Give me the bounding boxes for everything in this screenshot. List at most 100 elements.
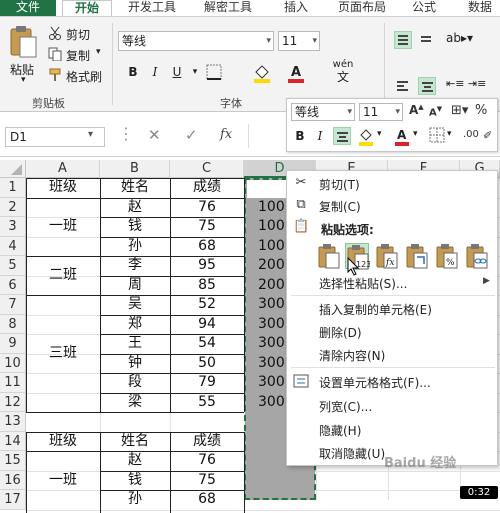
currency-icon[interactable]: ⊞▾ [451, 103, 468, 118]
class-cell[interactable]: 一班 [26, 217, 100, 237]
brush-icon[interactable]: ✐ [483, 129, 492, 142]
header-cell[interactable]: 成绩 [170, 178, 244, 198]
score-cell[interactable]: 75 [170, 471, 244, 491]
name-cell[interactable]: 梁 [100, 393, 170, 413]
menu-item-hide[interactable]: 隐藏(H) [319, 422, 361, 439]
row-header[interactable]: 13 [0, 412, 26, 432]
name-cell[interactable]: 王 [100, 334, 170, 354]
tab-insert[interactable]: 插入 [276, 0, 316, 16]
score-cell[interactable]: 68 [170, 237, 244, 257]
percent-icon[interactable]: % [475, 103, 487, 118]
d-cell[interactable]: 300 [258, 393, 288, 413]
font-color-icon[interactable]: A [286, 63, 306, 86]
name-cell[interactable]: 钟 [100, 354, 170, 374]
insert-function-button[interactable]: fx [220, 127, 232, 142]
row-header[interactable]: 16 [0, 471, 26, 491]
fill-color-icon[interactable] [252, 63, 272, 86]
tab-home[interactable]: 开始 [62, 0, 112, 16]
d-cell[interactable]: 300 [258, 315, 288, 335]
chevron-down-icon[interactable]: ▾ [447, 129, 452, 139]
paste-option-formatting-icon[interactable]: % [435, 243, 459, 269]
row-header[interactable]: 6 [0, 276, 26, 296]
name-cell[interactable]: 吴 [100, 295, 170, 315]
d-cell[interactable]: 100 [258, 217, 288, 237]
row-header[interactable]: 15 [0, 451, 26, 471]
mini-bold-button[interactable]: B [291, 127, 309, 145]
score-cell[interactable]: 85 [170, 276, 244, 296]
row-header[interactable]: 14 [0, 432, 26, 452]
mini-align-center-icon[interactable] [333, 127, 351, 145]
d-cell[interactable]: 300 [258, 295, 288, 315]
row-header[interactable]: 1 [0, 178, 26, 198]
paste-option-link-icon[interactable] [465, 243, 489, 269]
menu-item-column-width[interactable]: 列宽(C)... [319, 398, 372, 415]
score-cell[interactable]: 79 [170, 373, 244, 393]
paste-option-formulas-icon[interactable]: fx [375, 243, 399, 269]
row-header[interactable]: 4 [0, 237, 26, 257]
decrease-font-icon[interactable]: A▼ [429, 105, 442, 118]
menu-item-unhide[interactable]: 取消隐藏(U) [319, 445, 385, 462]
name-cell[interactable]: 赵 [100, 198, 170, 218]
tab-decrypt-tools[interactable]: 解密工具 [196, 0, 260, 16]
align-top-icon[interactable] [394, 31, 412, 49]
copy-dropdown-arrow[interactable]: ▾ [96, 47, 101, 57]
d-cell[interactable]: 100 [258, 237, 288, 257]
row-header[interactable]: 2 [0, 198, 26, 218]
menu-item-cut[interactable]: 剪切(T) [319, 176, 360, 193]
score-cell[interactable]: 50 [170, 354, 244, 374]
row-header[interactable]: 7 [0, 295, 26, 315]
header-cell[interactable]: 班级 [26, 432, 100, 452]
name-cell[interactable]: 周 [100, 276, 170, 296]
underline-button[interactable]: U [168, 63, 186, 81]
tab-file[interactable]: 文件 [0, 0, 56, 16]
header-cell[interactable]: 姓名 [100, 432, 170, 452]
score-cell[interactable]: 75 [170, 217, 244, 237]
d-cell[interactable]: 200 [258, 276, 288, 296]
d-cell[interactable]: 300 [258, 373, 288, 393]
score-cell[interactable]: 95 [170, 256, 244, 276]
confirm-entry-icon[interactable]: ✓ [185, 126, 198, 144]
phonetic-guide-button[interactable]: wén 文 [330, 59, 356, 83]
align-center-icon[interactable] [418, 77, 436, 95]
class-cell[interactable]: 二班 [26, 266, 100, 286]
row-header[interactable]: 8 [0, 315, 26, 335]
chevron-down-icon[interactable]: ▾ [377, 129, 382, 139]
row-header[interactable]: 9 [0, 334, 26, 354]
score-cell[interactable]: 55 [170, 393, 244, 413]
paste-option-paste-icon[interactable] [317, 243, 341, 269]
mini-italic-button[interactable]: I [311, 127, 329, 145]
indent-icon[interactable]: ⇤≡ ⇥≡ [446, 77, 486, 90]
mini-font-name-select[interactable]: 等线 ▾ [291, 103, 355, 121]
increase-font-icon[interactable]: A▲ [409, 103, 424, 117]
row-header[interactable]: 5 [0, 256, 26, 276]
d-cell[interactable]: 300 [258, 354, 288, 374]
mini-font-color-icon[interactable]: A [393, 127, 413, 150]
paste-option-transpose-icon[interactable] [405, 243, 429, 269]
orientation-icon[interactable]: ab▸▾ [446, 31, 473, 45]
font-name-select[interactable]: 等线 ▾ [118, 31, 274, 51]
tab-formulas[interactable]: 公式 [404, 0, 444, 16]
menu-item-clear-contents[interactable]: 清除内容(N) [319, 347, 385, 364]
select-all-corner[interactable] [0, 160, 26, 178]
header-cell[interactable]: 班级 [26, 178, 100, 198]
cancel-entry-icon[interactable]: ✕ [148, 126, 161, 144]
menu-item-paste-special[interactable]: 选择性粘贴(S)... [319, 275, 407, 292]
row-header[interactable]: 11 [0, 373, 26, 393]
menu-item-copy[interactable]: 复制(C) [319, 198, 361, 215]
border-icon[interactable] [206, 64, 222, 83]
italic-button[interactable]: I [146, 63, 164, 81]
score-cell[interactable]: 54 [170, 334, 244, 354]
name-cell[interactable]: 钱 [100, 471, 170, 491]
column-header-a[interactable]: A [26, 160, 100, 178]
format-painter-button[interactable]: 格式刷 [66, 68, 102, 85]
class-cell[interactable]: 一班 [26, 471, 100, 491]
bold-button[interactable]: B [124, 63, 142, 81]
name-cell[interactable]: 赵 [100, 451, 170, 471]
score-cell[interactable]: 76 [170, 451, 244, 471]
menu-item-insert-copied[interactable]: 插入复制的单元格(E) [319, 301, 432, 318]
d-cell[interactable]: 100 [258, 198, 288, 218]
row-header[interactable]: 12 [0, 393, 26, 413]
score-cell[interactable]: 52 [170, 295, 244, 315]
tab-developer[interactable]: 开发工具 [120, 0, 184, 16]
d-cell[interactable]: 200 [258, 256, 288, 276]
